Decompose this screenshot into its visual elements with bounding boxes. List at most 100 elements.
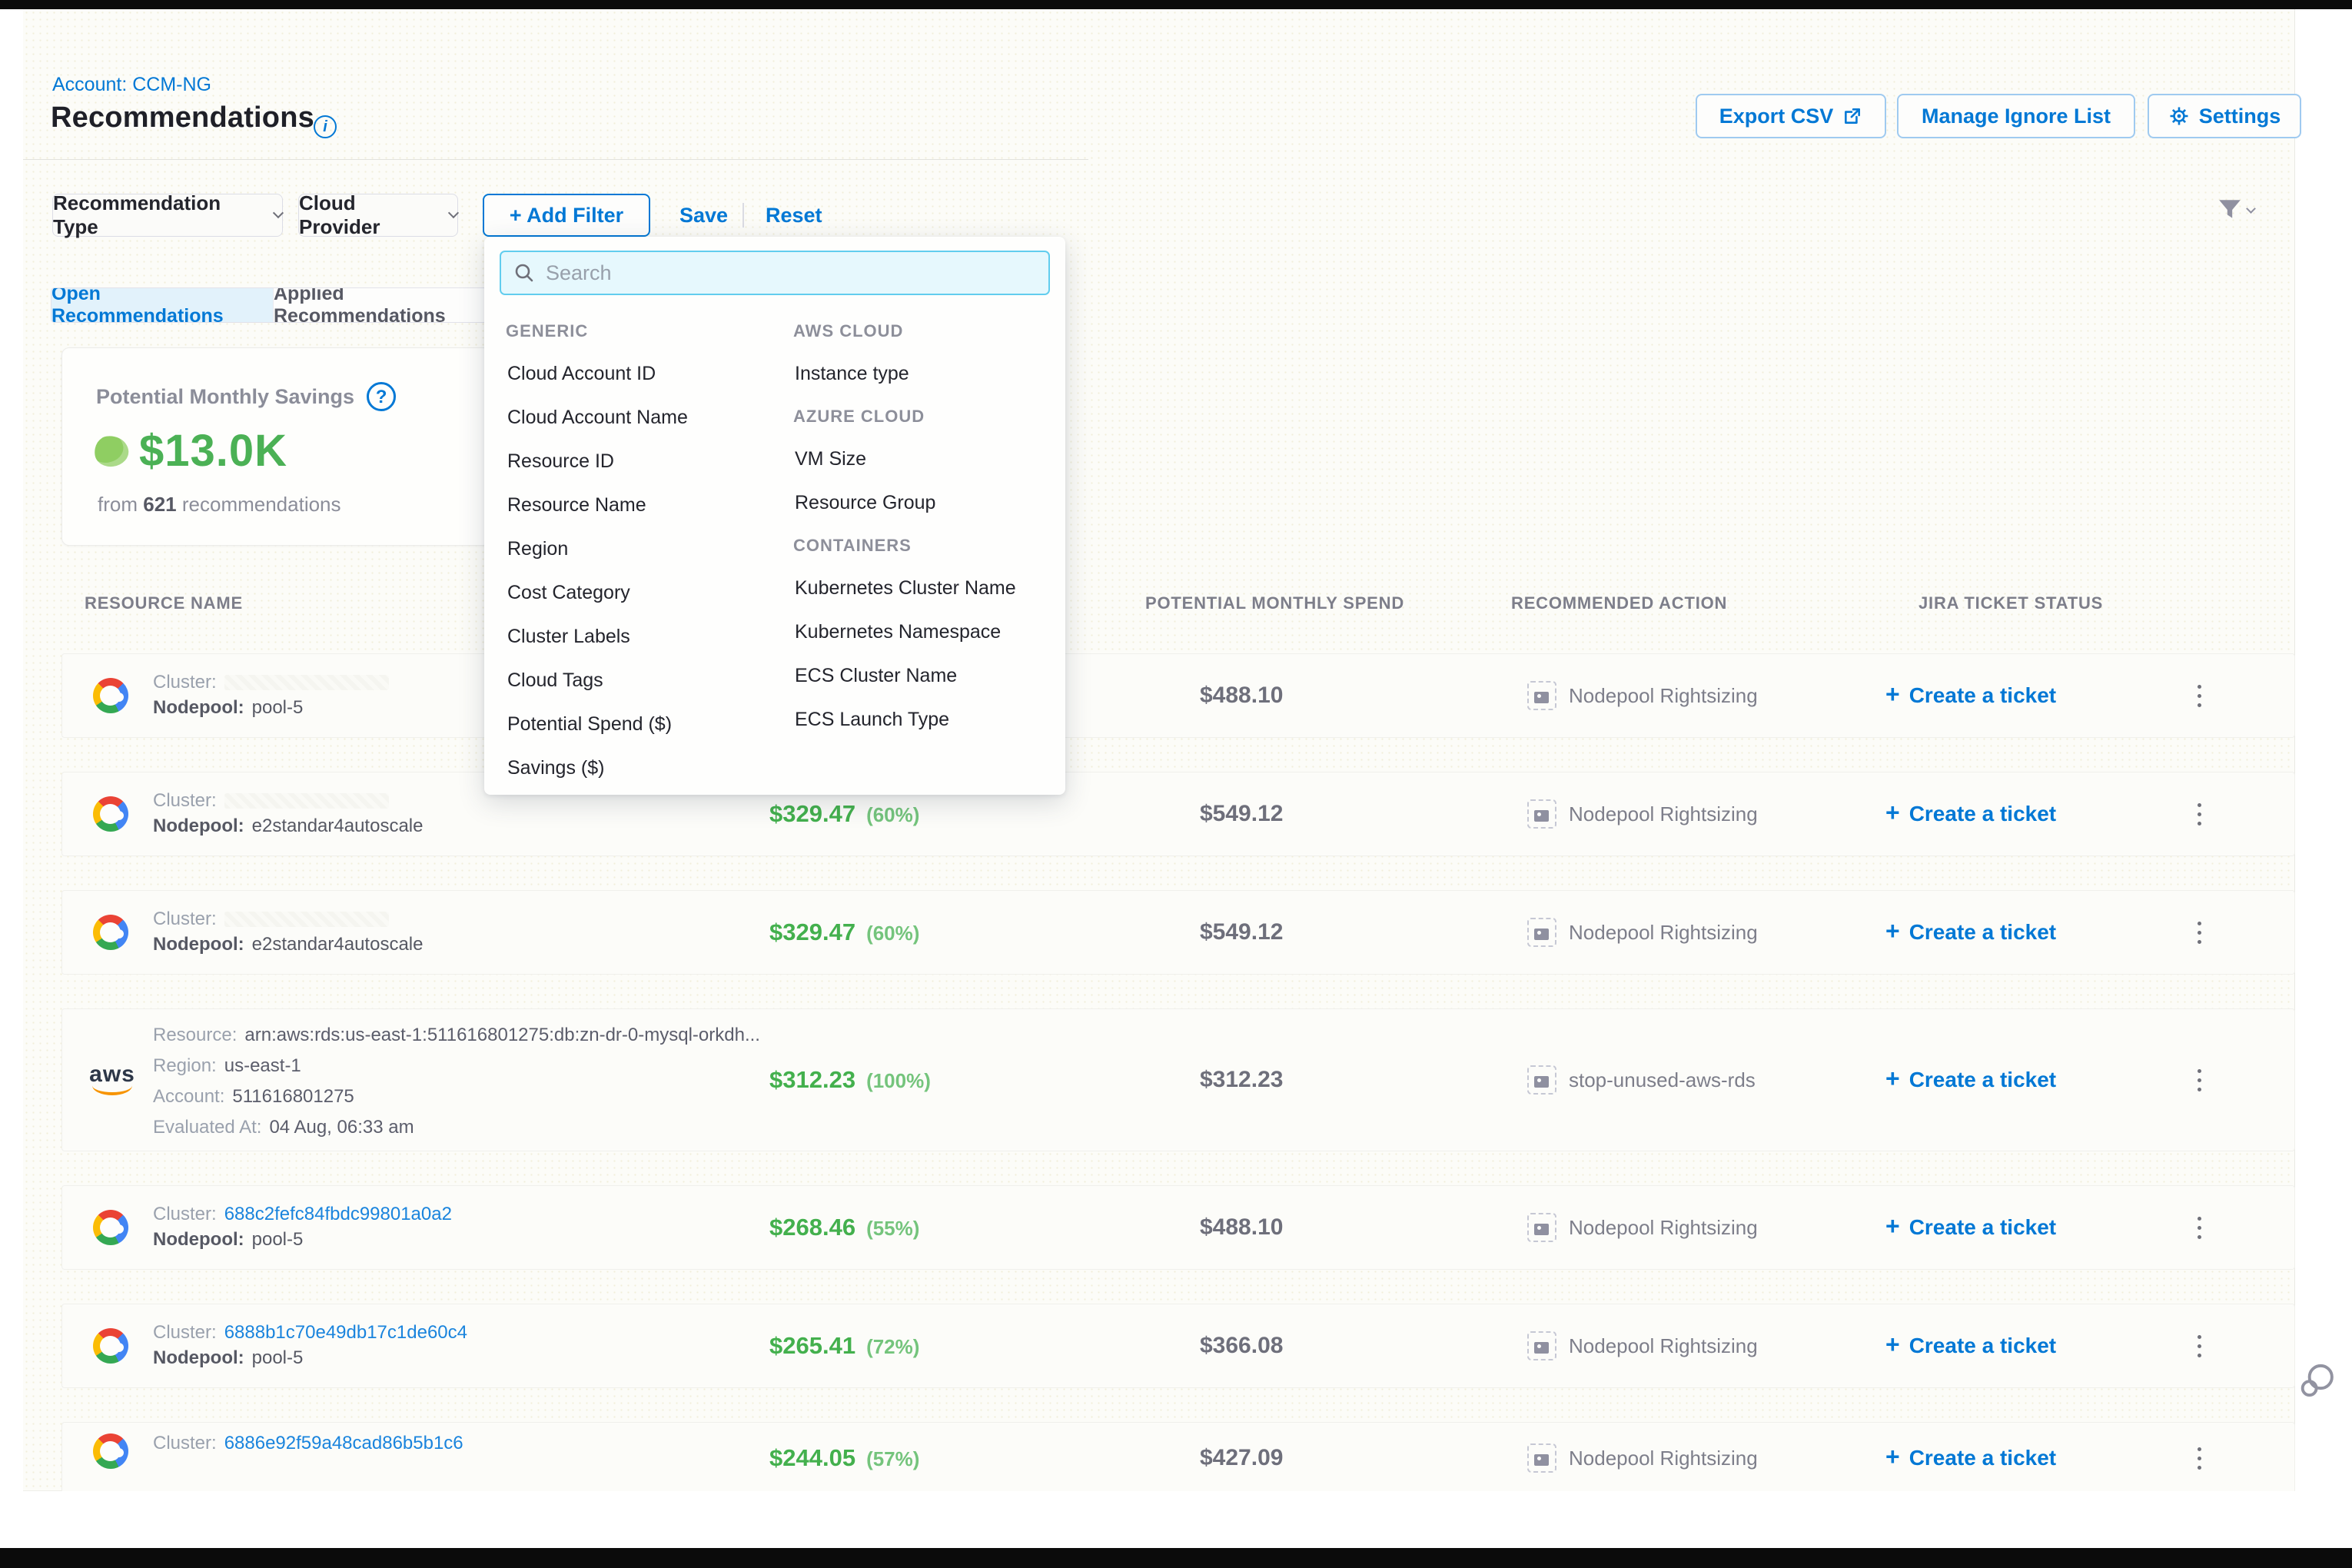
column-header-recommended-action[interactable]: RECOMMENDED ACTION xyxy=(1511,593,1727,613)
recommendations-tabs: Open Recommendations Applied Recommendat… xyxy=(51,287,504,323)
table-row[interactable]: Cluster: Nodepool:pool-5 $488.10 Nodepoo… xyxy=(61,653,2295,738)
cluster-link[interactable]: 688c2fefc84fbdc99801a0a2 xyxy=(224,1204,452,1225)
column-header-jira-ticket-status[interactable]: JIRA TICKET STATUS xyxy=(1918,593,2103,613)
filter-option[interactable]: Potential Spend ($) xyxy=(506,703,787,746)
nodepool-value: e2standar4autoscale xyxy=(252,934,424,955)
cluster-link[interactable]: 6888b1c70e49db17c1de60c4 xyxy=(224,1322,467,1344)
spend-value: $312.23 xyxy=(1200,1067,1283,1093)
action-icon xyxy=(1527,1065,1556,1095)
funnel-icon xyxy=(2217,197,2243,223)
filter-option[interactable]: Region xyxy=(506,527,787,571)
info-icon[interactable]: i xyxy=(314,115,337,138)
column-header-resource-name[interactable]: RESOURCE NAME xyxy=(85,593,243,613)
table-row[interactable]: Cluster: Nodepool:e2standar4autoscale $3… xyxy=(61,772,2295,856)
action-icon xyxy=(1527,681,1556,710)
redacted-cluster-name xyxy=(224,793,389,809)
dropdown-section-containers: CONTAINERS xyxy=(793,525,1075,566)
aws-icon: aws xyxy=(88,1065,136,1095)
help-icon[interactable]: ? xyxy=(367,382,396,411)
redacted-cluster-name xyxy=(224,912,389,927)
tab-open-recommendations[interactable]: Open Recommendations xyxy=(51,288,273,322)
support-headset-icon[interactable] xyxy=(2298,1362,2338,1402)
create-ticket-button[interactable]: +Create a ticket xyxy=(1885,919,2056,945)
create-ticket-button[interactable]: +Create a ticket xyxy=(1885,801,2056,827)
action-label: Nodepool Rightsizing xyxy=(1569,802,1758,826)
savings-value: $312.23 xyxy=(769,1066,855,1094)
create-ticket-button[interactable]: +Create a ticket xyxy=(1885,1333,2056,1359)
create-ticket-button[interactable]: +Create a ticket xyxy=(1885,683,2056,709)
reset-filter-button[interactable]: Reset xyxy=(766,194,822,237)
search-icon xyxy=(513,262,535,284)
spend-value: $427.09 xyxy=(1200,1445,1283,1471)
money-bag-icon xyxy=(92,434,130,469)
save-filter-button[interactable]: Save xyxy=(679,194,728,237)
add-filter-button[interactable]: + Add Filter xyxy=(483,194,650,237)
cluster-label: Cluster: xyxy=(153,672,217,693)
action-label: stop-unused-aws-rds xyxy=(1569,1068,1756,1092)
spend-value: $366.08 xyxy=(1200,1333,1283,1359)
filter-option[interactable]: Kubernetes Namespace xyxy=(793,610,1075,654)
gcp-cloud-icon xyxy=(93,1328,128,1364)
table-row[interactable]: Cluster:688c2fefc84fbdc99801a0a2 Nodepoo… xyxy=(61,1185,2295,1270)
row-menu-kebab[interactable] xyxy=(2184,1329,2214,1363)
filter-option[interactable]: Cloud Account ID xyxy=(506,352,787,396)
gcp-cloud-icon xyxy=(93,1433,128,1469)
plus-icon: + xyxy=(1885,1443,1900,1471)
filter-option[interactable]: Resource Name xyxy=(506,483,787,527)
filter-option[interactable]: VM Size xyxy=(793,437,1075,481)
action-icon xyxy=(1527,918,1556,947)
table-row[interactable]: Cluster:6886e92f59a48cad86b5b1c6 $244.05… xyxy=(61,1422,2295,1491)
plus-icon: + xyxy=(1885,799,1900,827)
savings-value: $265.41 xyxy=(769,1332,855,1360)
column-filter-button[interactable] xyxy=(2217,197,2254,223)
filter-option[interactable]: Resource ID xyxy=(506,440,787,483)
chevron-down-icon xyxy=(448,208,459,218)
table-row[interactable]: Cluster:6888b1c70e49db17c1de60c4 Nodepoo… xyxy=(61,1304,2295,1388)
cluster-label: Cluster: xyxy=(153,790,217,812)
row-menu-kebab[interactable] xyxy=(2184,1063,2214,1097)
filter-option[interactable]: Cost Category xyxy=(506,571,787,615)
cluster-link[interactable]: 6886e92f59a48cad86b5b1c6 xyxy=(224,1433,463,1454)
tab-applied-recommendations[interactable]: Applied Recommendations xyxy=(273,288,503,322)
filter-option[interactable]: Cloud Account Name xyxy=(506,396,787,440)
dropdown-section-azure-cloud: AZURE CLOUD xyxy=(793,396,1075,437)
filter-option[interactable]: Resource Group xyxy=(793,481,1075,525)
gcp-cloud-icon xyxy=(93,796,128,832)
chevron-down-icon xyxy=(2246,204,2256,214)
cloud-provider-filter[interactable]: Cloud Provider xyxy=(298,194,458,237)
settings-button[interactable]: Settings xyxy=(2148,94,2301,138)
row-menu-kebab[interactable] xyxy=(2184,915,2214,949)
row-menu-kebab[interactable] xyxy=(2184,797,2214,831)
recommendation-type-filter[interactable]: Recommendation Type xyxy=(52,194,283,237)
filter-option[interactable]: Cloud Tags xyxy=(506,659,787,703)
create-ticket-button[interactable]: +Create a ticket xyxy=(1885,1067,2056,1093)
external-link-icon xyxy=(1842,106,1862,126)
gcp-cloud-icon xyxy=(93,1210,128,1245)
export-csv-button[interactable]: Export CSV xyxy=(1696,94,1886,138)
action-icon xyxy=(1527,1331,1556,1360)
dropdown-search-input[interactable] xyxy=(546,261,1036,285)
filter-option[interactable]: ECS Cluster Name xyxy=(793,654,1075,698)
column-header-potential-monthly-spend[interactable]: POTENTIAL MONTHLY SPEND xyxy=(1145,593,1404,613)
manage-ignore-list-button[interactable]: Manage Ignore List xyxy=(1897,94,2135,138)
row-menu-kebab[interactable] xyxy=(2184,1211,2214,1244)
plus-icon: + xyxy=(1885,1212,1900,1241)
manage-ignore-list-label: Manage Ignore List xyxy=(1922,105,2111,128)
filter-option[interactable]: Kubernetes Cluster Name xyxy=(793,566,1075,610)
row-menu-kebab[interactable] xyxy=(2184,679,2214,713)
dropdown-search[interactable] xyxy=(500,251,1050,295)
action-label: Nodepool Rightsizing xyxy=(1569,1216,1758,1240)
table-row[interactable]: Cluster: Nodepool:e2standar4autoscale $3… xyxy=(61,890,2295,975)
filter-option[interactable]: Instance type xyxy=(793,352,1075,396)
create-ticket-button[interactable]: +Create a ticket xyxy=(1885,1214,2056,1241)
table-row[interactable]: aws Resource:arn:aws:rds:us-east-1:51161… xyxy=(61,1008,2295,1151)
account-breadcrumb[interactable]: Account: CCM-NG xyxy=(52,74,211,96)
filter-option[interactable]: ECS Launch Type xyxy=(793,698,1075,742)
export-csv-label: Export CSV xyxy=(1719,105,1834,128)
row-menu-kebab[interactable] xyxy=(2184,1441,2214,1475)
cluster-label: Cluster: xyxy=(153,909,217,930)
region-value: us-east-1 xyxy=(224,1055,301,1077)
filter-option[interactable]: Cluster Labels xyxy=(506,615,787,659)
filter-option[interactable]: Savings ($) xyxy=(506,746,787,790)
create-ticket-button[interactable]: +Create a ticket xyxy=(1885,1445,2056,1471)
